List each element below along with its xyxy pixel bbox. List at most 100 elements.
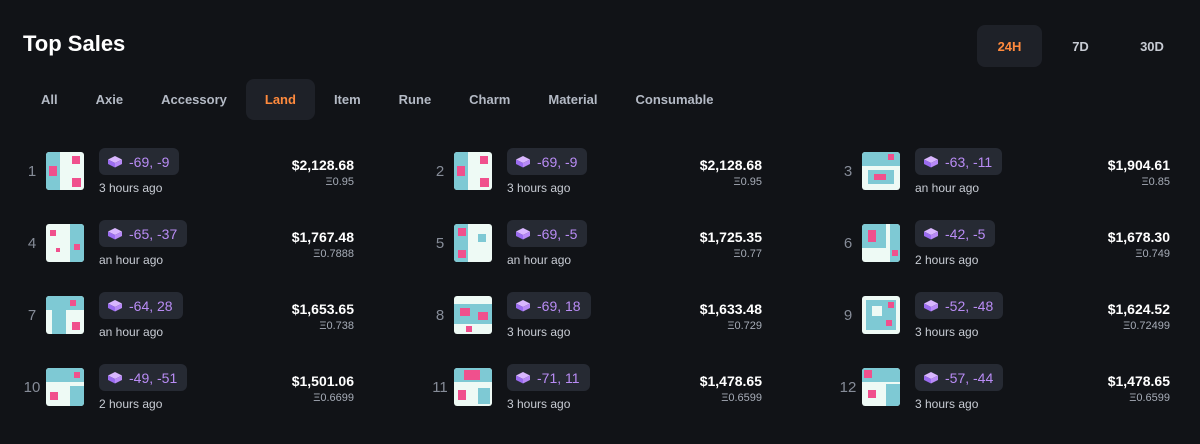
land-plot-icon (107, 155, 123, 169)
land-coordinates-chip[interactable]: -69, -9 (99, 148, 180, 175)
land-coordinates-chip[interactable]: -69, -5 (507, 220, 588, 247)
land-thumbnail[interactable] (454, 368, 492, 406)
land-tile (892, 250, 898, 256)
land-coordinates: -69, -9 (129, 153, 170, 170)
sale-row[interactable]: 9 -52, -48 3 hours ago $1,624.52 Ξ0.72499 (836, 284, 1170, 344)
tab-land[interactable]: Land (245, 79, 315, 120)
land-tile (50, 230, 56, 236)
land-thumbnail[interactable] (862, 152, 900, 190)
land-thumbnail[interactable] (862, 296, 900, 334)
sale-row[interactable]: 6 -42, -5 2 hours ago $1,678.30 Ξ0.749 (836, 212, 1170, 272)
sale-row[interactable]: 4 -65, -37 an hour ago $1,767.48 Ξ0.7888 (20, 212, 354, 272)
land-tile (478, 234, 486, 242)
land-tile (464, 370, 480, 380)
sale-rank: 7 (27, 307, 37, 324)
tab-axie[interactable]: Axie (77, 79, 142, 120)
land-thumbnail[interactable] (862, 224, 900, 262)
tab-charm[interactable]: Charm (450, 79, 529, 120)
sale-time-ago: 3 hours ago (507, 181, 571, 195)
sale-rank: 6 (843, 235, 853, 252)
land-coordinates: -42, -5 (945, 225, 986, 242)
land-plot-icon (107, 227, 123, 241)
land-coordinates-chip[interactable]: -63, -11 (915, 148, 1003, 175)
land-thumbnail[interactable] (46, 224, 84, 262)
land-coordinates-chip[interactable]: -57, -44 (915, 364, 1004, 391)
sale-price-eth: Ξ0.72499 (1123, 320, 1170, 332)
sale-time-ago: 3 hours ago (507, 397, 571, 411)
land-tile (888, 154, 894, 160)
land-coordinates-chip[interactable]: -64, 28 (99, 292, 183, 319)
period-30d-button[interactable]: 30D (1117, 25, 1187, 67)
sale-row[interactable]: 5 -69, -5 an hour ago $1,725.35 Ξ0.77 (428, 212, 762, 272)
land-tile (478, 312, 488, 320)
land-coordinates: -57, -44 (945, 369, 994, 386)
sale-rank: 3 (843, 163, 853, 180)
land-coordinates: -52, -48 (945, 297, 994, 314)
land-coordinates-chip[interactable]: -52, -48 (915, 292, 1004, 319)
period-24h-button[interactable]: 24H (977, 25, 1042, 67)
land-tile (466, 326, 472, 332)
land-plot-icon (923, 371, 939, 385)
land-plot-icon (107, 371, 123, 385)
tab-accessory[interactable]: Accessory (142, 79, 246, 120)
tab-material[interactable]: Material (529, 79, 616, 120)
land-coordinates: -64, 28 (129, 297, 173, 314)
land-tile (890, 224, 900, 262)
land-plot-icon (515, 227, 531, 241)
land-plot-icon (515, 371, 531, 385)
land-coordinates: -65, -37 (129, 225, 178, 242)
sale-rank: 8 (435, 307, 445, 324)
land-coordinates-chip[interactable]: -69, 18 (507, 292, 591, 319)
land-tile (458, 250, 466, 258)
sale-row[interactable]: 2 -69, -9 3 hours ago $2,128.68 Ξ0.95 (428, 140, 762, 200)
land-tile (458, 228, 466, 236)
land-thumbnail[interactable] (454, 224, 492, 262)
tab-all[interactable]: All (22, 79, 77, 120)
land-coordinates-chip[interactable]: -71, 11 (507, 364, 590, 391)
tab-rune[interactable]: Rune (380, 79, 451, 120)
land-tile (72, 156, 80, 164)
land-coordinates-chip[interactable]: -42, -5 (915, 220, 996, 247)
sale-row[interactable]: 3 -63, -11 an hour ago $1,904.61 Ξ0.85 (836, 140, 1170, 200)
sale-row[interactable]: 11 -71, 11 3 hours ago $1,478.65 Ξ0.6599 (428, 356, 762, 416)
land-thumbnail[interactable] (454, 296, 492, 334)
land-coordinates: -69, -9 (537, 153, 578, 170)
sale-row[interactable]: 8 -69, 18 3 hours ago $1,633.48 Ξ0.729 (428, 284, 762, 344)
sale-price-eth: Ξ0.95 (325, 176, 354, 188)
sale-price-eth: Ξ0.85 (1141, 176, 1170, 188)
page-title: Top Sales (23, 31, 126, 56)
tab-item[interactable]: Item (315, 79, 380, 120)
sale-time-ago: 3 hours ago (507, 325, 571, 339)
land-plot-icon (923, 155, 939, 169)
land-thumbnail[interactable] (454, 152, 492, 190)
land-tile (868, 230, 876, 242)
land-thumbnail[interactable] (46, 296, 84, 334)
land-tile (480, 156, 488, 164)
sale-price-usd: $1,678.30 (1107, 229, 1170, 245)
sale-price-usd: $1,653.65 (291, 301, 354, 317)
land-plot-icon (515, 155, 531, 169)
land-coordinates-chip[interactable]: -69, -9 (507, 148, 588, 175)
land-coordinates-chip[interactable]: -49, -51 (99, 364, 188, 391)
land-thumbnail[interactable] (862, 368, 900, 406)
land-thumbnail[interactable] (46, 152, 84, 190)
period-selector: 24H 7D 30D (977, 25, 1191, 67)
land-tile (72, 322, 80, 330)
land-coordinates-chip[interactable]: -65, -37 (99, 220, 188, 247)
land-thumbnail[interactable] (46, 368, 84, 406)
sale-rank: 5 (435, 235, 445, 252)
land-tile (52, 310, 66, 334)
land-tile (457, 166, 465, 176)
sale-row[interactable]: 7 -64, 28 an hour ago $1,653.65 Ξ0.738 (20, 284, 354, 344)
land-tile (56, 248, 60, 252)
land-tile (864, 370, 872, 378)
period-7d-button[interactable]: 7D (1048, 25, 1113, 67)
land-tile (862, 152, 900, 166)
tab-consumable[interactable]: Consumable (617, 79, 733, 120)
sale-row[interactable]: 10 -49, -51 2 hours ago $1,501.06 Ξ0.6699 (20, 356, 354, 416)
land-coordinates: -63, -11 (945, 153, 993, 170)
sale-price-usd: $1,478.65 (699, 373, 762, 389)
sale-row[interactable]: 12 -57, -44 3 hours ago $1,478.65 Ξ0.6599 (836, 356, 1170, 416)
sale-row[interactable]: 1 -69, -9 3 hours ago $2,128.68 Ξ0.95 (20, 140, 354, 200)
land-coordinates: -71, 11 (537, 369, 580, 386)
